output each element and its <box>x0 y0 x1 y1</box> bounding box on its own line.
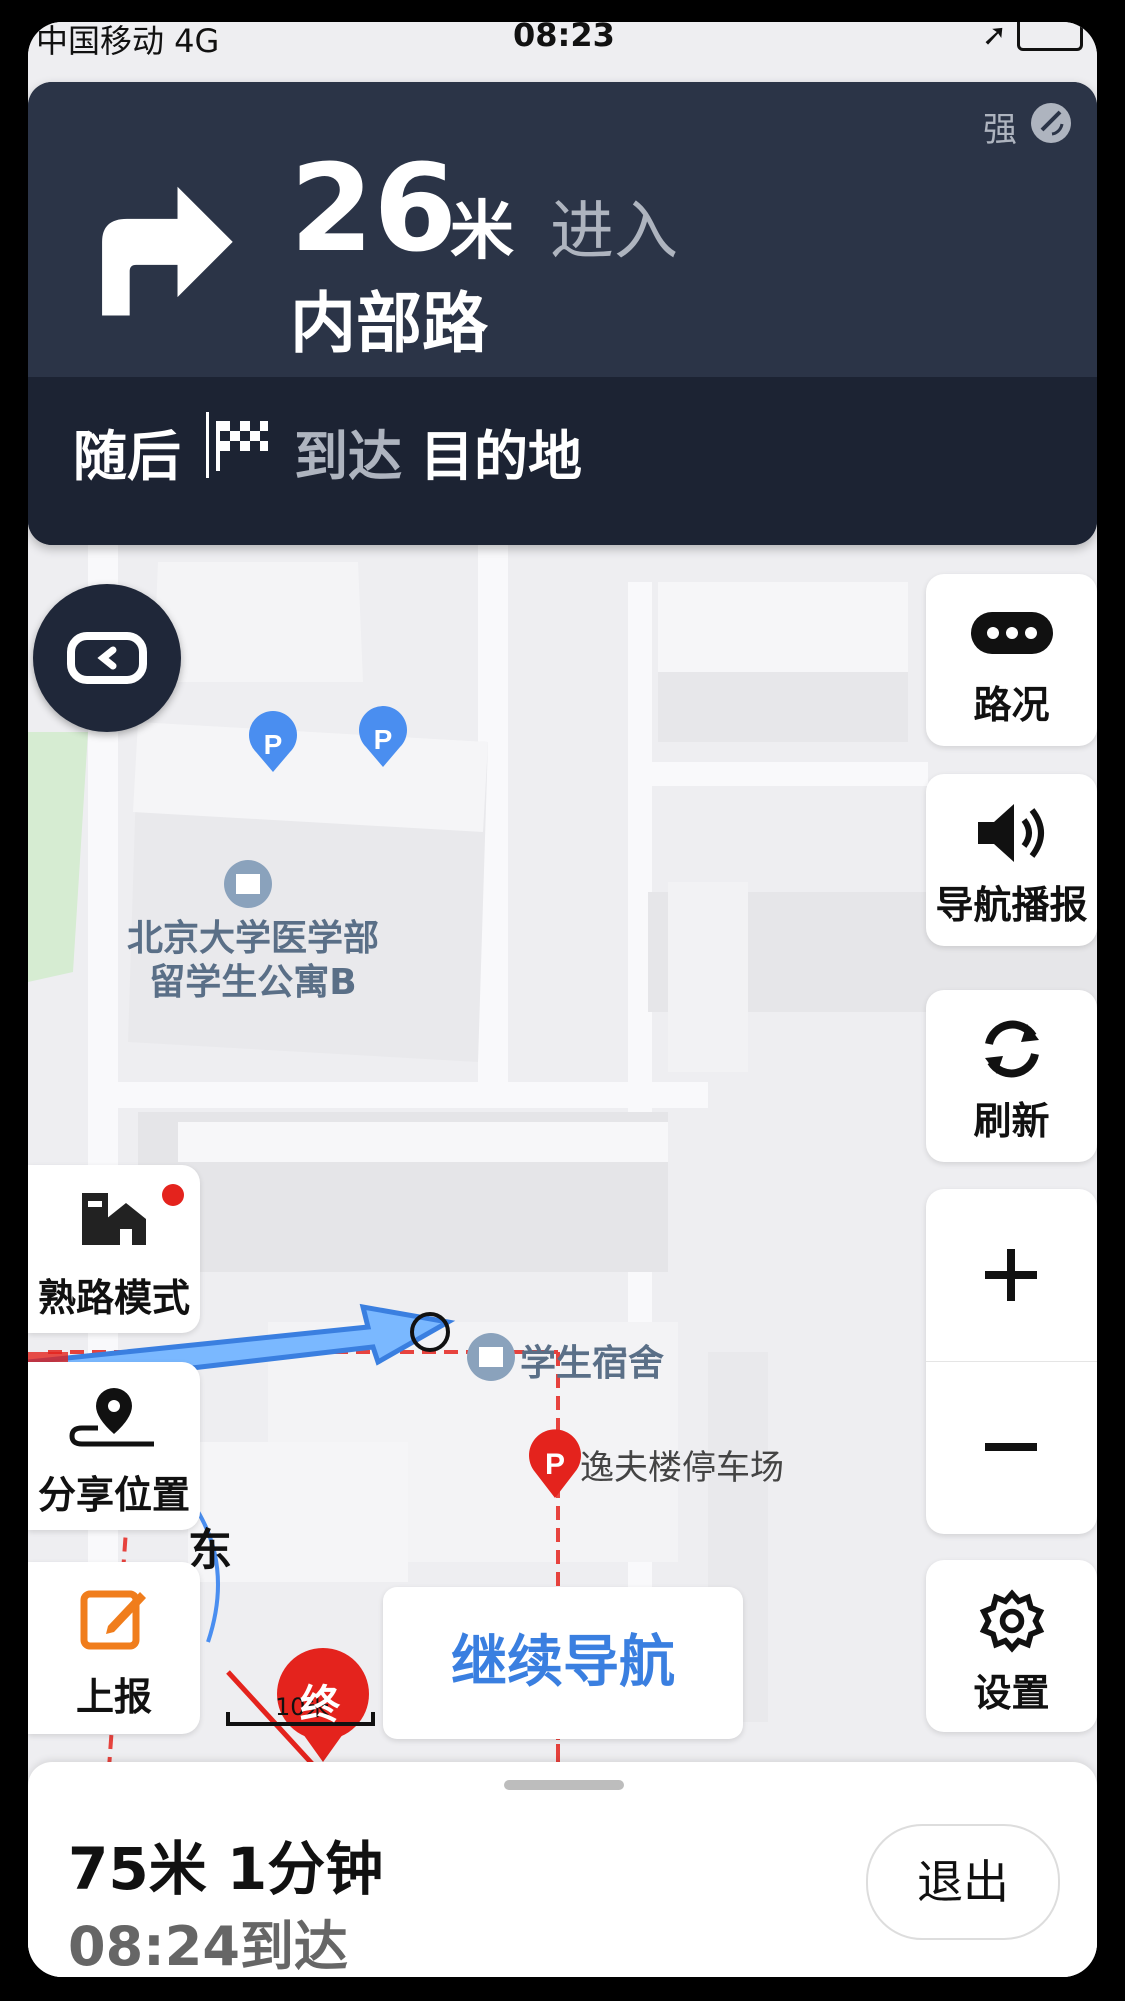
refresh-button[interactable]: 刷新 <box>926 990 1097 1162</box>
road-name: 内部路 <box>290 285 488 362</box>
dorm-label: 学生宿舍 <box>520 1343 665 1384</box>
zoom-in-button[interactable] <box>926 1189 1097 1362</box>
svg-text:P: P <box>545 1448 565 1481</box>
minus-icon <box>985 1443 1037 1451</box>
drag-handle[interactable] <box>504 1780 624 1790</box>
car-mode-icon <box>67 632 147 684</box>
destination-label: 目的地 <box>420 425 582 488</box>
voice-broadcast-button[interactable]: 导航播报 <box>926 774 1097 946</box>
vehicle-mode-button[interactable] <box>33 584 181 732</box>
navigation-instruction-card: 26 米 进入 内部路 强 随后 到达 目的地 <box>28 82 1097 545</box>
location-pin-route-icon <box>69 1388 154 1447</box>
traffic-button[interactable]: 路况 <box>926 574 1097 746</box>
parking-label: 逸夫楼停车场 <box>580 1448 784 1488</box>
share-location-button[interactable]: 分享位置 <box>28 1362 200 1530</box>
divider <box>206 412 209 478</box>
status-bar: 中国移动 4G 08:23 ➚ <box>28 22 1097 60</box>
traffic-icon <box>970 612 1053 654</box>
eta-label: 08:24到达 <box>68 1915 348 1977</box>
gear-icon <box>979 1589 1044 1653</box>
speaker-icon <box>977 804 1044 862</box>
building-label: 北京大学医学部 留学生公寓B <box>126 918 379 1003</box>
zoom-out-button[interactable] <box>926 1362 1097 1534</box>
plus-icon <box>985 1249 1037 1301</box>
phone-screen: P P P 北京大学医学部 留学生公寓B 学生宿舍 逸夫楼停车场 东 10米 终… <box>28 22 1097 1977</box>
svg-text:P: P <box>374 724 393 755</box>
exit-button[interactable]: 退出 <box>866 1824 1060 1940</box>
carrier-label: 中国移动 4G <box>36 22 220 60</box>
house-route-icon <box>82 1193 146 1245</box>
checkered-flag-icon <box>216 421 268 471</box>
traffic-label: 路况 <box>973 683 1050 727</box>
next-instruction: 随后 到达 目的地 <box>28 377 1097 545</box>
share-location-label: 分享位置 <box>37 1473 190 1517</box>
zoom-control <box>926 1189 1097 1534</box>
battery-icon <box>1017 22 1083 51</box>
notification-dot <box>162 1184 184 1206</box>
edit-report-icon <box>80 1590 146 1650</box>
remaining-summary: 75米 1分钟 <box>68 1835 384 1903</box>
arrive-label: 到达 <box>294 425 402 488</box>
location-icon: ➚ <box>981 22 1007 53</box>
end-marker-label: 终 <box>300 1682 340 1728</box>
voice-broadcast-label: 导航播报 <box>935 883 1088 927</box>
maneuver-action: 进入 <box>550 195 678 269</box>
trip-summary-panel: 75米 1分钟 08:24到达 退出 <box>28 1762 1097 1977</box>
distance-unit: 米 <box>450 195 514 269</box>
familiar-mode-label: 熟路模式 <box>37 1276 190 1320</box>
turn-right-arrow-icon <box>102 186 233 316</box>
distance-value: 26 <box>290 140 457 279</box>
settings-label: 设置 <box>973 1671 1050 1715</box>
resume-navigation-button[interactable]: 继续导航 <box>383 1587 743 1739</box>
settings-button[interactable]: 设置 <box>926 1560 1097 1732</box>
report-label: 上报 <box>75 1675 152 1719</box>
current-instruction: 26 米 进入 内部路 强 <box>28 82 1097 377</box>
gps-satellite-icon <box>1031 103 1071 143</box>
refresh-icon <box>984 1020 1039 1078</box>
svg-text:P: P <box>264 729 283 760</box>
then-label: 随后 <box>73 425 181 488</box>
refresh-label: 刷新 <box>973 1099 1050 1143</box>
report-button[interactable]: 上报 <box>28 1562 200 1734</box>
clock: 08:23 <box>513 22 615 54</box>
gps-strength-label: 强 <box>983 110 1017 150</box>
